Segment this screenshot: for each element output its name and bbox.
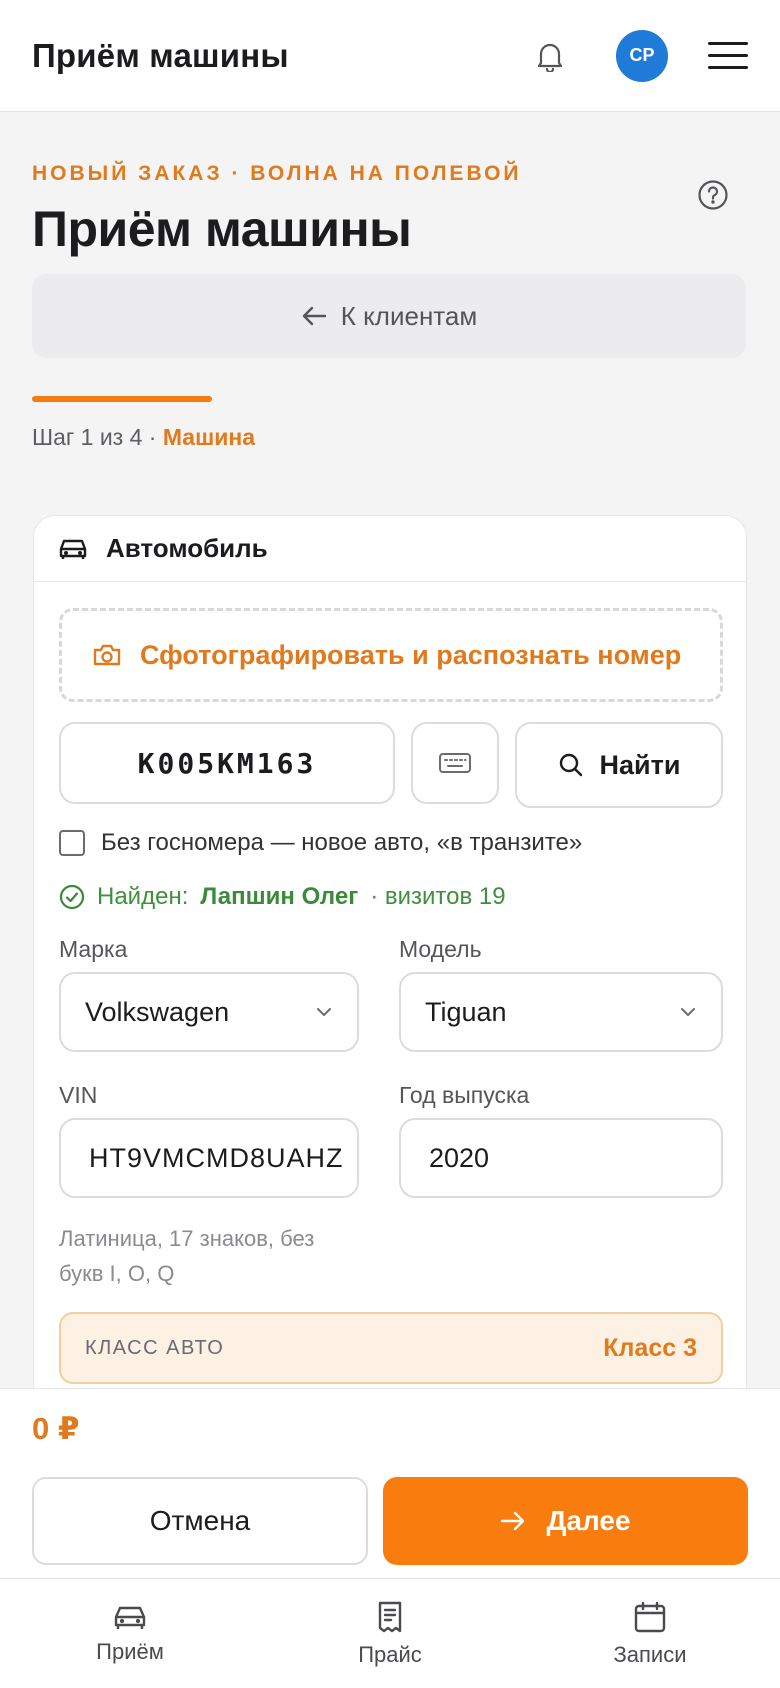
make-label: Марка bbox=[59, 936, 128, 962]
year-input[interactable]: 2020 bbox=[399, 1118, 723, 1198]
found-label: Найден: bbox=[97, 883, 189, 910]
find-label: Найти bbox=[599, 749, 681, 780]
car-icon bbox=[59, 539, 87, 559]
no-plate-option[interactable]: Без госномера — новое авто, «в транзите» bbox=[59, 829, 582, 857]
page-title: Приём машины bbox=[32, 201, 412, 257]
camera-icon bbox=[93, 644, 121, 666]
keyboard-icon bbox=[439, 753, 471, 773]
model-label: Модель bbox=[399, 936, 482, 962]
back-to-clients-button[interactable]: К клиентам bbox=[32, 274, 746, 358]
keyboard-button[interactable] bbox=[411, 722, 499, 804]
photo-label: Сфотографировать и распознать номер bbox=[140, 639, 682, 670]
model-select[interactable]: Tiguan bbox=[399, 972, 723, 1052]
bell-icon[interactable] bbox=[530, 36, 570, 76]
next-label: Далее bbox=[546, 1505, 631, 1536]
menu-icon[interactable] bbox=[708, 36, 748, 76]
top-bar: Приём машины СР bbox=[0, 0, 780, 112]
step-name: Машина bbox=[162, 424, 256, 450]
photo-recognize-button[interactable]: Сфотографировать и распознать номер bbox=[59, 608, 723, 702]
avatar[interactable]: СР bbox=[616, 29, 668, 82]
nav-label: Записи bbox=[613, 1641, 687, 1667]
model-value: Tiguan bbox=[425, 996, 507, 1027]
vehicle-card: Автомобиль Сфотографировать и распознать… bbox=[33, 515, 747, 1388]
nav-label: Приём bbox=[96, 1638, 164, 1664]
nav-item-intake[interactable]: Приём bbox=[0, 1579, 260, 1688]
arrow-right-icon bbox=[501, 1511, 525, 1531]
search-icon bbox=[559, 753, 582, 777]
nav-label: Прайс bbox=[358, 1641, 422, 1667]
no-plate-label: Без госномера — новое авто, «в транзите» bbox=[101, 829, 583, 856]
main-content: НОВЫЙ ЗАКАЗ · ВОЛНА НА ПОЛЕВОЙ Приём маш… bbox=[0, 112, 780, 1388]
card-header: Автомобиль bbox=[34, 516, 746, 582]
check-circle-icon bbox=[59, 884, 85, 910]
plate-number-input[interactable]: К005КМ163 bbox=[59, 722, 395, 804]
car-class-box[interactable]: КЛАСС АВТО Класс 3 bbox=[59, 1312, 723, 1384]
vin-label: VIN bbox=[59, 1082, 98, 1108]
found-client-name[interactable]: Лапшин Олег bbox=[200, 883, 358, 911]
nav-item-bookings[interactable]: Записи bbox=[520, 1579, 780, 1688]
receipt-icon bbox=[378, 1601, 402, 1632]
cancel-button[interactable]: Отмена bbox=[32, 1477, 368, 1565]
arrow-left-icon bbox=[302, 306, 326, 326]
help-icon[interactable] bbox=[697, 179, 729, 211]
action-footer: 0 ₽ Отмена Далее bbox=[0, 1388, 780, 1578]
make-value: Volkswagen bbox=[85, 996, 230, 1027]
bottom-nav: Приём Прайс Записи bbox=[0, 1578, 780, 1688]
page-kicker: НОВЫЙ ЗАКАЗ · ВОЛНА НА ПОЛЕВОЙ bbox=[32, 162, 522, 185]
found-visits: · визитов 19 bbox=[370, 883, 506, 910]
chevron-down-icon bbox=[317, 1008, 331, 1016]
client-found-status: Найден: Лапшин Олег · визитов 19 bbox=[59, 883, 506, 911]
no-plate-checkbox[interactable] bbox=[59, 830, 85, 856]
vin-input[interactable]: HT9VMCMD8UAHZ bbox=[59, 1118, 359, 1198]
order-total: 0 ₽ bbox=[32, 1411, 80, 1446]
calendar-icon bbox=[634, 1601, 666, 1632]
year-label: Год выпуска bbox=[399, 1082, 530, 1108]
vin-hint: Латиница, 17 знаков, без букв I, O, Q bbox=[59, 1226, 315, 1286]
app-title: Приём машины bbox=[32, 36, 289, 74]
back-label: К клиентам bbox=[340, 300, 478, 331]
step-prefix: Шаг 1 из 4 · bbox=[32, 424, 163, 450]
chevron-down-icon bbox=[681, 1008, 695, 1016]
car-class-value: Класс 3 bbox=[603, 1333, 697, 1362]
card-title: Автомобиль bbox=[106, 533, 268, 563]
step-progress-bar bbox=[32, 396, 212, 402]
car-icon bbox=[114, 1606, 146, 1629]
make-select[interactable]: Volkswagen bbox=[59, 972, 359, 1052]
car-class-label: КЛАСС АВТО bbox=[85, 1336, 225, 1359]
nav-item-price[interactable]: Прайс bbox=[260, 1579, 520, 1688]
find-button[interactable]: Найти bbox=[515, 722, 723, 808]
next-button[interactable]: Далее bbox=[383, 1477, 748, 1565]
step-indicator: Шаг 1 из 4 · Машина bbox=[32, 424, 255, 451]
